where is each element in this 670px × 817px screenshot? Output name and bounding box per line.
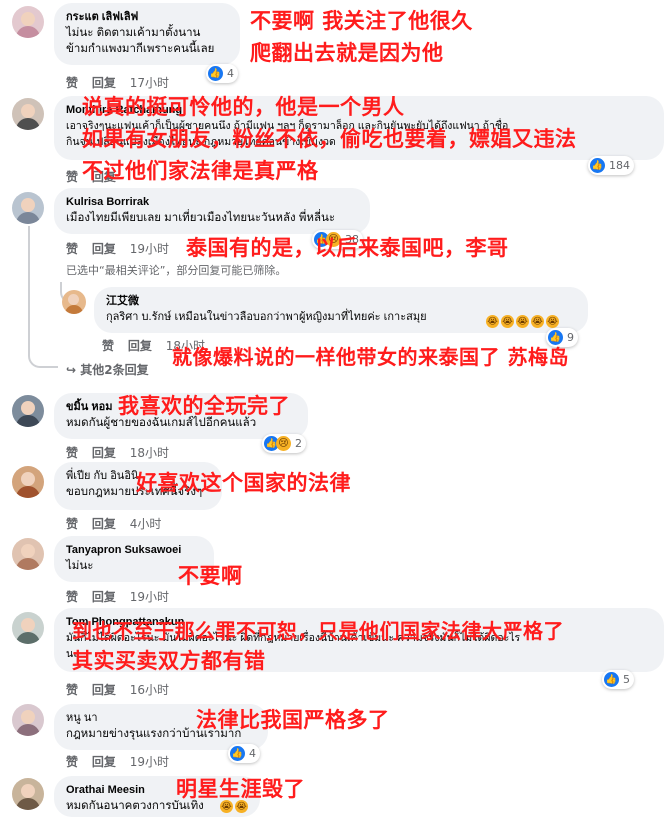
reply-button[interactable]: 回复 xyxy=(92,590,116,604)
reaction-summary[interactable]: 👍 4 xyxy=(228,744,260,763)
overlay-annotation: 法律比我国严格多了 xyxy=(196,708,390,732)
avatar[interactable] xyxy=(12,395,44,427)
commenter-name[interactable]: Tanyapron Suksawoei xyxy=(66,543,202,558)
overlay-annotation: 说真的挺可怜他的，他是一个男人 xyxy=(82,95,405,119)
overlay-annotation: 明星生涯毁了 xyxy=(176,777,305,801)
like-button[interactable]: 赞 xyxy=(66,446,78,460)
overlay-annotation: 爬翻出去就是因为他 xyxy=(250,41,444,65)
commenter-name[interactable]: กระแต เลิฟเลิฟ xyxy=(66,10,228,25)
comment-actions: 赞 回复 4小时 xyxy=(66,515,171,532)
comment-text: ไม่นะ ติดตามเค้ามาตั้งนาน xyxy=(66,27,201,39)
comment-text: ข้ามกำแพงมากีเพราะคนนี้เลย xyxy=(66,43,215,55)
like-button[interactable]: 赞 xyxy=(66,590,78,604)
thread-line xyxy=(28,226,30,346)
like-button[interactable]: 赞 xyxy=(102,339,114,353)
reaction-summary[interactable]: 👍 😢 2 xyxy=(262,434,306,453)
overlay-annotation: 我喜欢的全玩完了 xyxy=(118,394,290,418)
reaction-count: 4 xyxy=(227,67,234,80)
crying-icon: 😭 xyxy=(486,315,499,328)
avatar[interactable] xyxy=(12,612,44,644)
like-icon: 👍 xyxy=(604,672,619,687)
comment-actions: 赞 回复 18小时 xyxy=(66,444,179,461)
reaction-count: 9 xyxy=(567,331,574,344)
overlay-annotation: 不要啊 xyxy=(178,564,243,588)
avatar[interactable] xyxy=(12,538,44,570)
reaction-summary[interactable]: 👍 184 xyxy=(588,156,634,175)
overlay-annotation: 好喜欢这个国家的法律 xyxy=(136,471,351,495)
like-button[interactable]: 赞 xyxy=(66,242,78,256)
like-icon: 👍 xyxy=(548,330,563,345)
comment-actions: 赞 回复 19小时 xyxy=(66,753,179,770)
avatar[interactable] xyxy=(12,192,44,224)
reply-button[interactable]: 回复 xyxy=(92,683,116,697)
timestamp[interactable]: 19小时 xyxy=(130,755,169,769)
reaction-count: 184 xyxy=(609,159,630,172)
comment-actions: 赞 回复 19小时 xyxy=(66,588,179,605)
timestamp[interactable]: 19小时 xyxy=(130,242,169,256)
overlay-annotation: 泰国有的是，以后来泰国吧，李哥 xyxy=(186,236,509,260)
crying-icon: 😭 xyxy=(546,315,559,328)
avatar[interactable] xyxy=(12,6,44,38)
reply-button[interactable]: 回复 xyxy=(92,517,116,531)
like-icon: 👍 xyxy=(230,746,245,761)
avatar[interactable] xyxy=(12,778,44,810)
crying-icon: 😭 xyxy=(531,315,544,328)
reaction-summary[interactable]: 👍 4 xyxy=(206,64,238,83)
overlay-annotation: 不要啊 我关注了他很久 xyxy=(250,9,473,33)
reply-button[interactable]: 回复 xyxy=(92,76,116,90)
timestamp[interactable]: 4小时 xyxy=(130,517,162,531)
reply-button[interactable]: 回复 xyxy=(128,339,152,353)
reaction-count: 2 xyxy=(295,437,302,450)
comment-text: เมืองไทยมีเพียบเลย มาเที่ยวเมืองไทยนะวัน… xyxy=(66,212,336,224)
like-button[interactable]: 赞 xyxy=(66,755,78,769)
like-icon: 👍 xyxy=(208,66,223,81)
comment-actions: 赞 回复 19小时 xyxy=(66,240,179,257)
thread-connector xyxy=(28,346,58,368)
reaction-count: 4 xyxy=(249,747,256,760)
reaction-count: 5 xyxy=(623,673,630,686)
commenter-name[interactable]: 江艾微 xyxy=(106,294,576,309)
sad-icon: 😢 xyxy=(276,436,291,451)
timestamp[interactable]: 16小时 xyxy=(130,683,169,697)
avatar[interactable] xyxy=(12,466,44,498)
like-button[interactable]: 赞 xyxy=(66,170,78,184)
comment-actions: 赞 回复 17小时 xyxy=(66,74,179,91)
overlay-annotation: 其实买卖双方都有错 xyxy=(72,649,266,673)
overlay-annotation: 如果有女朋友，粉丝不依，偷吃也要着，嫖娼又违法 xyxy=(82,127,577,151)
more-replies-link[interactable]: ↪ 其他2条回复 xyxy=(66,361,149,378)
reply-button[interactable]: 回复 xyxy=(92,446,116,460)
avatar[interactable] xyxy=(12,704,44,736)
avatar[interactable] xyxy=(12,98,44,130)
commenter-name[interactable]: Kulrisa Borrirak xyxy=(66,195,358,210)
comment-bubble: กระแต เลิฟเลิฟ ไม่นะ ติดตามเค้ามาตั้งนาน… xyxy=(54,3,240,65)
like-button[interactable]: 赞 xyxy=(66,517,78,531)
reply-button[interactable]: 回复 xyxy=(92,755,116,769)
timestamp[interactable]: 18小时 xyxy=(130,446,169,460)
crying-icon: 😭 xyxy=(501,315,514,328)
comment-bubble: Kulrisa Borrirak เมืองไทยมีเพียบเลย มาเท… xyxy=(54,188,370,234)
filter-note: 已选中“最相关评论”，部分回复可能已筛除。 xyxy=(66,264,287,277)
comment-actions: 赞 回复 16小时 xyxy=(66,681,179,698)
avatar[interactable] xyxy=(62,290,86,314)
like-icon: 👍 xyxy=(590,158,605,173)
overlay-annotation: 不过他们家法律是真严格 xyxy=(82,159,319,183)
like-button[interactable]: 赞 xyxy=(66,76,78,90)
overlay-annotation: 到也不至于那么罪不可恕，只是他们国家法律大严格了 xyxy=(72,619,564,643)
overlay-annotation: 就像爆料说的一样他带女的来泰国了 苏梅岛 xyxy=(172,345,569,369)
timestamp[interactable]: 19小时 xyxy=(130,590,169,604)
timestamp[interactable]: 17小时 xyxy=(130,76,169,90)
crying-icon: 😭 xyxy=(516,315,529,328)
emoji-row: 😭 😭 😭 😭 😭 xyxy=(486,315,559,328)
reaction-summary[interactable]: 👍 5 xyxy=(602,670,634,689)
more-replies-label: 其他2条回复 xyxy=(80,363,149,377)
like-button[interactable]: 赞 xyxy=(66,683,78,697)
reply-button[interactable]: 回复 xyxy=(92,242,116,256)
